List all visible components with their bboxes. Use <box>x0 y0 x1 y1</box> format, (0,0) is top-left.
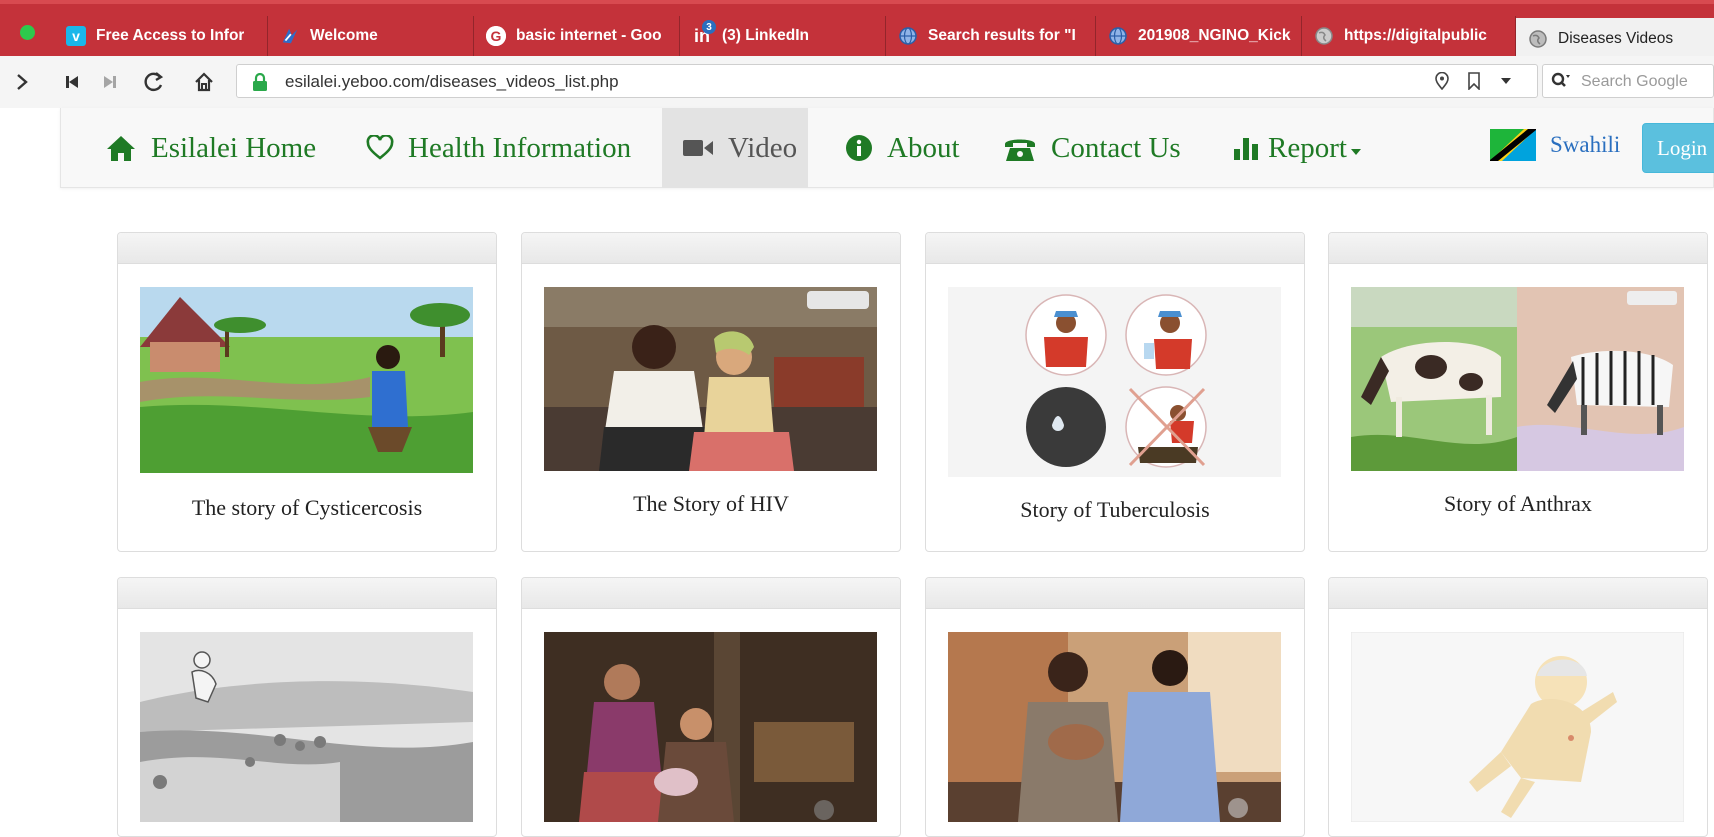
notification-badge: 3 <box>702 20 716 34</box>
skip-back-icon[interactable] <box>58 68 86 96</box>
nav-item-contact-us[interactable]: Contact Us <box>1003 108 1181 188</box>
video-thumbnail[interactable] <box>1351 632 1684 822</box>
site-navbar: Esilalei Home Health Information Video A… <box>60 108 1714 188</box>
card-header <box>926 233 1304 264</box>
svg-text:G: G <box>491 28 502 44</box>
page-content: Esilalei Home Health Information Video A… <box>0 108 1714 837</box>
reload-icon[interactable] <box>140 68 168 96</box>
video-title[interactable]: The Story of HIV <box>522 491 900 517</box>
video-card[interactable]: The story of Cysticercosis <box>117 232 497 552</box>
language-switch[interactable]: Swahili <box>1490 129 1620 161</box>
nav-item-report[interactable]: Report <box>1232 108 1361 188</box>
card-header <box>1329 578 1707 609</box>
video-thumbnail[interactable] <box>948 287 1281 477</box>
linkedin-icon: in 3 <box>692 20 716 46</box>
browser-tab-strip: v Free Access to Infor Welcome G basic i… <box>0 0 1714 60</box>
forward-icon[interactable] <box>8 68 36 96</box>
tab-label: 201908_NGINO_Kick <box>1138 27 1291 44</box>
video-thumbnail[interactable] <box>544 287 877 471</box>
nav-label: Health Information <box>408 131 632 164</box>
video-card[interactable]: The Story of HIV <box>521 232 901 552</box>
video-card[interactable]: Story of Tuberculosis <box>925 232 1305 552</box>
heart-icon <box>366 135 394 161</box>
bookmark-icon[interactable] <box>1463 70 1485 92</box>
card-header <box>1329 233 1707 264</box>
lock-icon <box>253 73 267 91</box>
address-bar[interactable]: esilalei.yeboo.com/diseases_videos_list.… <box>236 64 1538 98</box>
video-title[interactable]: The story of Cysticercosis <box>118 495 496 521</box>
video-camera-icon <box>682 137 714 159</box>
nav-label: Esilalei Home <box>151 131 317 164</box>
browser-tab-digitalpublic[interactable]: https://digitalpublic <box>1302 16 1516 56</box>
browser-tab-vimeo[interactable]: v Free Access to Infor <box>54 16 268 56</box>
nav-item-home[interactable]: Esilalei Home <box>105 108 316 188</box>
browser-tab-linkedin[interactable]: in 3 (3) LinkedIn <box>680 16 886 56</box>
browser-tab-ngino[interactable]: 201908_NGINO_Kick <box>1096 16 1302 56</box>
tab-label: (3) LinkedIn <box>722 27 809 44</box>
skip-forward-icon[interactable] <box>96 68 124 96</box>
bar-chart-icon <box>1232 135 1260 161</box>
chevron-down-icon <box>1350 149 1361 155</box>
vimeo-icon: v <box>66 26 86 46</box>
tab-label: basic internet - Goo <box>516 27 662 44</box>
card-header <box>522 233 900 264</box>
search-input[interactable]: Search Google <box>1542 64 1714 98</box>
browser-tab-google[interactable]: G basic internet - Goo <box>474 16 680 56</box>
globe-icon <box>898 26 918 46</box>
url-text: esilalei.yeboo.com/diseases_videos_list.… <box>285 72 619 91</box>
tab-label: Welcome <box>310 27 378 44</box>
video-thumbnail[interactable] <box>140 287 473 473</box>
browser-tab-diseases-videos[interactable]: Diseases Videos <box>1516 18 1714 60</box>
browser-tab-welcome[interactable]: Welcome <box>268 16 474 56</box>
video-card[interactable] <box>1328 577 1708 837</box>
globe-gray-icon <box>1528 29 1548 49</box>
video-card[interactable]: Story of Anthrax <box>1328 232 1708 552</box>
tanzania-flag-icon <box>1490 129 1536 161</box>
tab-label: Free Access to Infor <box>96 27 245 44</box>
video-title[interactable]: Story of Tuberculosis <box>926 497 1304 523</box>
login-button[interactable]: Login <box>1642 123 1714 173</box>
browser-toolbar: esilalei.yeboo.com/diseases_videos_list.… <box>0 56 1714 109</box>
home-icon <box>105 134 137 162</box>
search-placeholder: Search Google <box>1581 73 1688 90</box>
video-thumbnail[interactable] <box>1351 287 1684 471</box>
nav-label: Report <box>1268 131 1347 164</box>
video-thumbnail[interactable] <box>948 632 1281 822</box>
location-pin-icon[interactable] <box>1431 70 1453 92</box>
video-card[interactable] <box>117 577 497 837</box>
globe-gray-icon <box>1314 26 1334 46</box>
welcome-icon <box>280 26 300 46</box>
card-header <box>926 578 1304 609</box>
tab-label: Search results for "I <box>928 27 1076 44</box>
globe-icon <box>1108 26 1128 46</box>
language-label: Swahili <box>1550 132 1621 157</box>
search-icon <box>1551 72 1571 95</box>
nav-item-video[interactable]: Video <box>662 108 808 188</box>
chevron-down-icon[interactable] <box>1495 70 1517 92</box>
nav-item-about[interactable]: About <box>845 108 960 188</box>
card-header <box>522 578 900 609</box>
card-header <box>118 578 496 609</box>
nav-item-health-information[interactable]: Health Information <box>366 108 631 188</box>
video-card[interactable] <box>521 577 901 837</box>
browser-tab-search-results[interactable]: Search results for "I <box>886 16 1096 56</box>
nav-label: About <box>887 131 960 164</box>
google-icon: G <box>486 26 506 46</box>
window-zoom-button[interactable] <box>20 25 35 40</box>
tab-label: Diseases Videos <box>1558 30 1674 47</box>
video-thumbnail[interactable] <box>544 632 877 822</box>
video-title[interactable]: Story of Anthrax <box>1329 491 1707 517</box>
nav-label: Contact Us <box>1051 131 1181 164</box>
info-icon <box>845 134 873 162</box>
home-icon[interactable] <box>190 68 218 96</box>
nav-label: Video <box>728 131 798 164</box>
phone-icon <box>1003 134 1037 162</box>
video-card[interactable] <box>925 577 1305 837</box>
tab-label: https://digitalpublic <box>1344 27 1487 44</box>
video-thumbnail[interactable] <box>140 632 473 822</box>
card-header <box>118 233 496 264</box>
